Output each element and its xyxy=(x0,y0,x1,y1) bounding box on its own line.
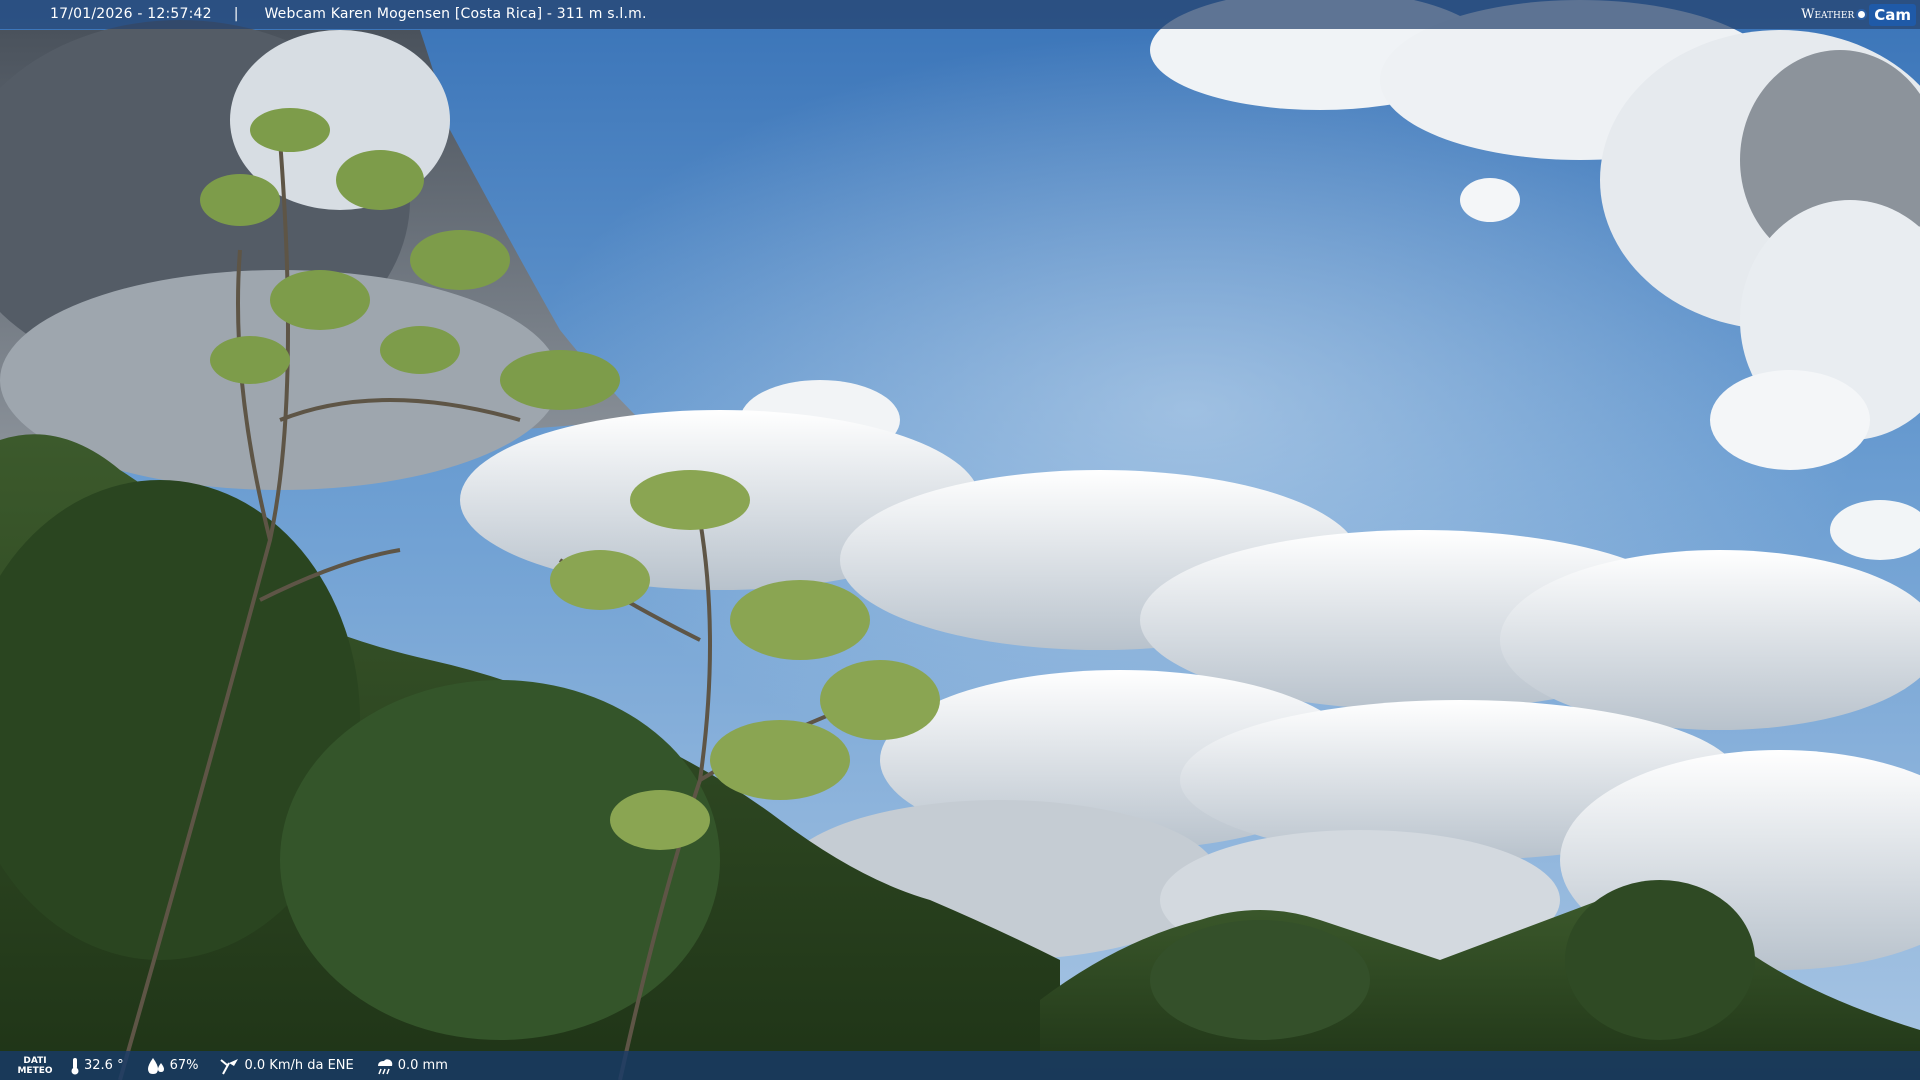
logo-cam-text: Cam xyxy=(1869,3,1916,26)
weather-data-label-line2: METEO xyxy=(17,1065,53,1076)
weather-data-label: DATI METEO xyxy=(0,1056,70,1076)
humidity-reading: 67% xyxy=(146,1057,199,1075)
rain-reading: 0.0 mm xyxy=(376,1057,448,1075)
rain-cloud-icon xyxy=(377,1058,392,1074)
logo-lens-icon xyxy=(1856,9,1868,20)
weather-data-label-line1: DATI xyxy=(23,1055,47,1066)
rain-value: 0.0 mm xyxy=(397,1058,448,1073)
info-bar-top: 17/01/2026 - 12:57:42 | Webcam Karen Mog… xyxy=(0,0,1920,29)
droplet-icon xyxy=(147,1057,164,1074)
thermometer-icon xyxy=(71,1057,79,1074)
humidity-value: 67% xyxy=(169,1058,199,1073)
wind-value: 0.0 Km/h da ENE xyxy=(244,1058,354,1073)
logo-weather-text: Weather xyxy=(1801,7,1855,22)
webcam-image xyxy=(0,0,1920,1080)
wind-reading: 0.0 Km/h da ENE xyxy=(220,1057,354,1075)
temperature-reading: 32.6 ° xyxy=(70,1057,124,1075)
wind-vane-icon xyxy=(220,1058,239,1074)
weathercam-logo[interactable]: Weather Cam xyxy=(1801,0,1920,29)
temperature-value: 32.6 ° xyxy=(84,1058,124,1073)
webcam-viewer: 17/01/2026 - 12:57:42 | Webcam Karen Mog… xyxy=(0,0,1920,1080)
title-separator: | xyxy=(233,6,239,22)
webcam-title: Webcam Karen Mogensen [Costa Rica] - 311… xyxy=(264,6,647,22)
timestamp: 17/01/2026 - 12:57:42 xyxy=(50,6,212,22)
weather-data-bar: DATI METEO 32.6 ° 67% 0.0 Km/h da ENE 0.… xyxy=(0,1051,1920,1080)
